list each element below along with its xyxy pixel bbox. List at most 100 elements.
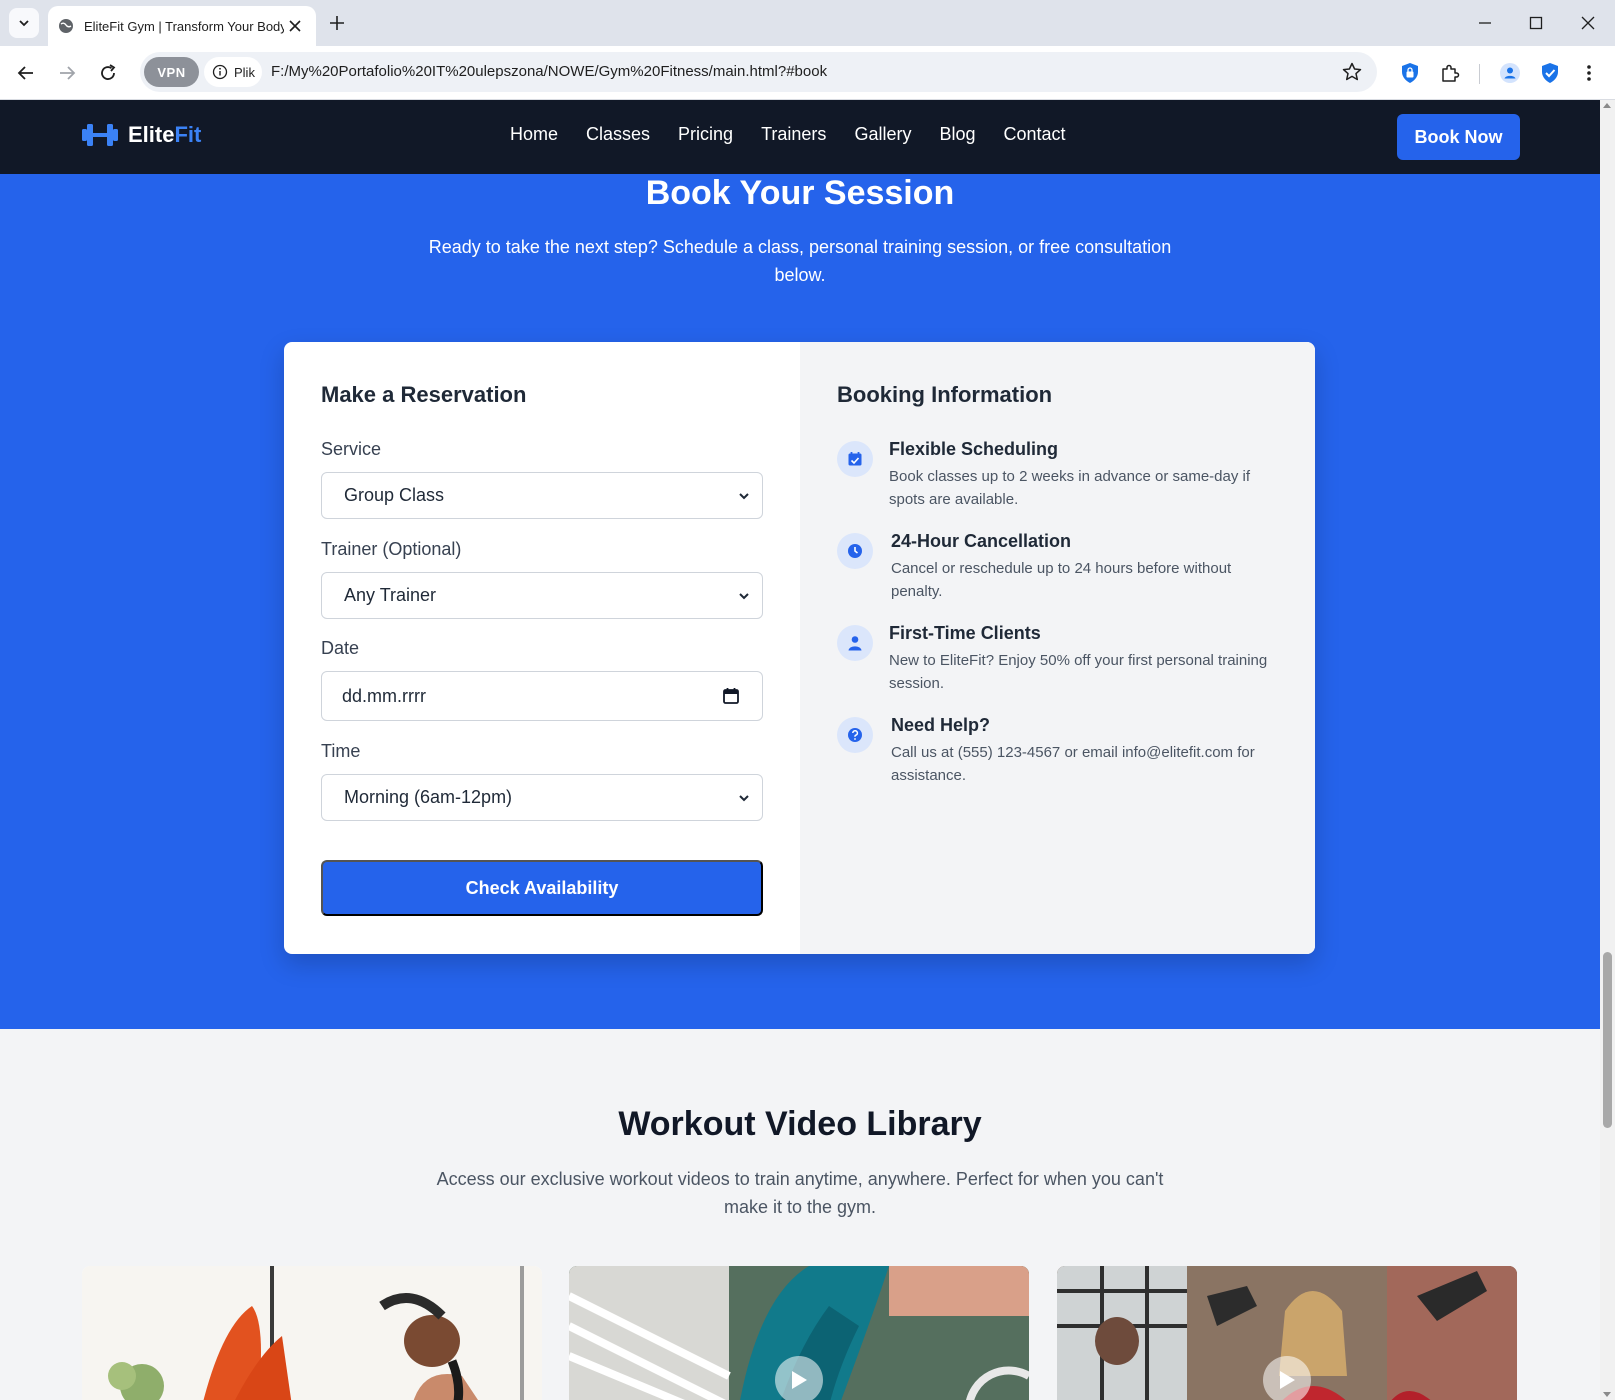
chevron-down-icon: [739, 593, 749, 600]
nav-link-pricing[interactable]: Pricing: [678, 124, 733, 145]
date-label: Date: [321, 638, 360, 658]
reload-button[interactable]: [94, 59, 122, 87]
booking-info-panel: Booking Information Flexible Scheduling …: [800, 342, 1315, 954]
play-icon: [792, 1371, 807, 1389]
video-thumbnail-image: [82, 1266, 542, 1400]
arrow-right-icon: [60, 66, 76, 80]
close-icon: [1581, 16, 1595, 30]
address-bar[interactable]: VPN Plik F:/My%20Portafolio%20IT%20uleps…: [140, 52, 1377, 92]
play-button[interactable]: [1263, 1356, 1311, 1400]
trainer-select[interactable]: Any Trainer: [321, 572, 763, 619]
back-button[interactable]: [12, 59, 40, 87]
logo-text-main: Elite: [128, 122, 175, 147]
site-logo[interactable]: EliteFit: [82, 121, 201, 149]
site-navbar: EliteFit Home Classes Pricing Trainers G…: [0, 100, 1600, 174]
profile-button[interactable]: [1496, 59, 1524, 87]
dumbbell-icon: [82, 124, 118, 146]
booking-subtitle: Ready to take the next step? Schedule a …: [428, 237, 1172, 285]
calendar-check-icon: [837, 441, 873, 477]
booking-title: Book Your Session: [645, 174, 955, 212]
info-item-title: Flexible Scheduling: [889, 439, 1059, 459]
info-item-text: Book classes up to 2 weeks in advance or…: [889, 468, 1251, 508]
service-select-value: Group Class: [344, 485, 445, 505]
check-availability-button[interactable]: Check Availability: [321, 860, 763, 916]
play-icon: [1280, 1371, 1295, 1389]
url-text[interactable]: F:/My%20Portafolio%20IT%20ulepszona/NOWE…: [271, 63, 827, 80]
chevron-down-icon: [739, 795, 749, 802]
scroll-down-arrow-icon[interactable]: [1603, 1392, 1611, 1397]
forward-button[interactable]: [53, 59, 81, 87]
user-icon: [837, 625, 873, 661]
booking-info-title: Booking Information: [837, 382, 1053, 407]
minimize-window-button[interactable]: [1472, 10, 1498, 36]
page-viewport: EliteFit Home Classes Pricing Trainers G…: [0, 100, 1600, 1400]
tab-search-button[interactable]: [9, 8, 39, 38]
shield-check-icon: [1542, 63, 1558, 83]
extensions-button[interactable]: [1436, 59, 1464, 87]
scroll-up-arrow-icon[interactable]: [1603, 103, 1611, 108]
scrollbar-thumb[interactable]: [1603, 952, 1612, 1128]
nav-links: Home Classes Pricing Trainers Gallery Bl…: [510, 124, 1094, 145]
service-label: Service: [321, 439, 382, 459]
toolbar-separator: [1479, 64, 1480, 84]
video-card[interactable]: [1057, 1266, 1517, 1400]
chevron-down-icon: [19, 20, 29, 27]
info-item-title: Need Help?: [891, 715, 991, 735]
book-now-button[interactable]: Book Now: [1397, 114, 1520, 160]
nav-link-contact[interactable]: Contact: [1003, 124, 1065, 145]
info-item-text: Cancel or reschedule up to 24 hours befo…: [891, 560, 1232, 600]
logo-text-accent: Fit: [174, 122, 202, 147]
maximize-icon: [1529, 16, 1543, 30]
new-tab-icon[interactable]: [326, 12, 348, 34]
video-card[interactable]: [569, 1266, 1029, 1400]
extension-shield-lock[interactable]: [1396, 59, 1424, 87]
vpn-button[interactable]: VPN: [144, 57, 199, 87]
info-item-title: First-Time Clients: [889, 623, 1041, 643]
nav-link-classes[interactable]: Classes: [586, 124, 650, 145]
video-library-section: Workout Video Library Access our exclusi…: [0, 1029, 1600, 1400]
trainer-label: Trainer (Optional): [321, 539, 462, 559]
info-item-text: Call us at (555) 123-4567 or email info@…: [891, 744, 1255, 784]
nav-link-home[interactable]: Home: [510, 124, 558, 145]
site-info-label: Plik: [234, 64, 255, 80]
profile-avatar-icon: [1500, 63, 1520, 83]
browser-tab-active[interactable]: EliteFit Gym | Transform Your Body: [48, 6, 316, 46]
time-select-value: Morning (6am-12pm): [344, 787, 513, 807]
time-select[interactable]: Morning (6am-12pm): [321, 774, 763, 821]
service-select[interactable]: Group Class: [321, 472, 763, 519]
calendar-icon[interactable]: [722, 687, 740, 705]
info-icon: [212, 64, 228, 80]
site-info-button[interactable]: Plik: [204, 57, 262, 87]
puzzle-icon: [1442, 64, 1460, 82]
arrow-left-icon: [17, 66, 33, 80]
nav-link-gallery[interactable]: Gallery: [854, 124, 911, 145]
date-input-placeholder: dd.mm.rrrr: [342, 685, 426, 706]
nav-link-trainers[interactable]: Trainers: [761, 124, 826, 145]
video-library-title: Workout Video Library: [618, 1105, 982, 1143]
question-circle-icon: [837, 717, 873, 753]
browser-tab-strip: EliteFit Gym | Transform Your Body: [0, 0, 1615, 46]
extension-shield-check[interactable]: [1536, 59, 1564, 87]
booking-section: Book Your Session Ready to take the next…: [0, 174, 1600, 1029]
video-library-subtitle: Access our exclusive workout videos to t…: [436, 1169, 1164, 1217]
close-window-button[interactable]: [1575, 10, 1601, 36]
shield-lock-icon: [1402, 63, 1418, 83]
play-button[interactable]: [775, 1356, 823, 1400]
maximize-window-button[interactable]: [1523, 10, 1549, 36]
more-vertical-icon: [1587, 65, 1591, 81]
logo-text: EliteFit: [128, 122, 201, 148]
close-tab-icon[interactable]: [286, 17, 304, 35]
browser-menu-button[interactable]: [1575, 59, 1603, 87]
nav-link-blog[interactable]: Blog: [939, 124, 975, 145]
reservation-form-title: Make a Reservation: [321, 382, 527, 407]
booking-card: Make a Reservation Service Group Class T…: [284, 342, 1315, 954]
trainer-select-value: Any Trainer: [344, 585, 437, 605]
browser-toolbar: VPN Plik F:/My%20Portafolio%20IT%20uleps…: [0, 46, 1615, 100]
time-label: Time: [321, 741, 361, 761]
video-card[interactable]: [82, 1266, 542, 1400]
page-scrollbar[interactable]: [1600, 100, 1615, 1400]
globe-icon: [59, 19, 73, 33]
bookmark-star-icon[interactable]: [1341, 61, 1363, 83]
minimize-icon: [1479, 22, 1491, 24]
date-input[interactable]: dd.mm.rrrr: [321, 671, 763, 721]
